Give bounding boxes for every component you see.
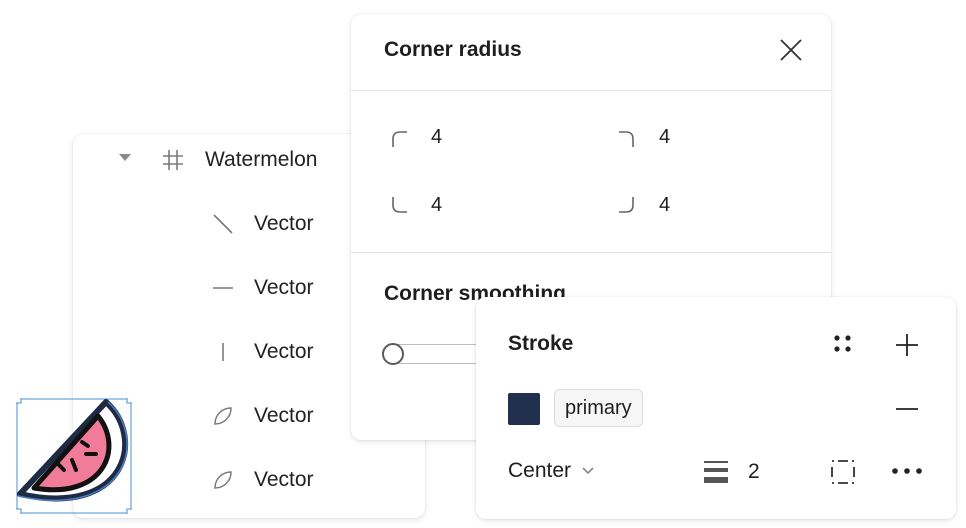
- top-right-radius-input[interactable]: 4: [659, 126, 670, 149]
- divider: [351, 90, 831, 91]
- diagonal-line-icon: [213, 214, 233, 234]
- stroke-weight-icon: [704, 461, 728, 483]
- resize-handle[interactable]: [16, 398, 22, 404]
- frame-icon: [163, 150, 183, 170]
- bottom-right-radius-input[interactable]: 4: [659, 194, 670, 217]
- stroke-position-dropdown[interactable]: Center: [508, 459, 595, 483]
- chevron-down-icon: [582, 467, 594, 475]
- top-left-radius-input[interactable]: 4: [431, 126, 442, 149]
- stroke-color-swatch[interactable]: [508, 393, 540, 425]
- resize-handle[interactable]: [16, 508, 22, 514]
- more-options-icon[interactable]: [890, 465, 924, 477]
- individual-strokes-icon[interactable]: [830, 459, 856, 485]
- corner-top-right-icon: [619, 131, 634, 147]
- horizontal-line-icon: [213, 287, 233, 289]
- layer-label: Vector: [254, 404, 314, 427]
- style-grid-icon[interactable]: [832, 333, 854, 355]
- panel-title: Stroke: [508, 332, 574, 355]
- resize-handle[interactable]: [126, 508, 132, 514]
- plus-icon[interactable]: [895, 333, 919, 357]
- corner-top-left-icon: [392, 131, 407, 147]
- smoothing-slider-handle[interactable]: [382, 343, 404, 365]
- stroke-weight-input[interactable]: 2: [748, 460, 760, 484]
- watermelon-icon: [17, 399, 129, 502]
- corner-bottom-right-icon: [619, 197, 634, 213]
- layer-label: Vector: [254, 212, 314, 235]
- layer-label: Vector: [254, 276, 314, 299]
- panel-title: Corner radius: [384, 38, 522, 61]
- resize-handle[interactable]: [126, 398, 132, 404]
- vertical-line-icon: [222, 343, 224, 361]
- stroke-panel: Stroke primary Center 2: [476, 297, 956, 519]
- caret-down-icon[interactable]: [119, 154, 131, 161]
- curve-path-icon: [214, 471, 232, 489]
- layer-label: Vector: [254, 468, 314, 491]
- layer-label: Vector: [254, 340, 314, 363]
- color-style-chip[interactable]: primary: [554, 389, 643, 427]
- layer-label: Watermelon: [205, 148, 318, 171]
- divider: [351, 252, 831, 253]
- curve-path-icon: [214, 407, 232, 425]
- watermelon-canvas-vector[interactable]: [16, 398, 132, 514]
- close-icon[interactable]: [779, 38, 803, 62]
- stroke-position-value: Center: [508, 459, 572, 482]
- minus-icon[interactable]: [895, 401, 919, 417]
- corner-bottom-left-icon: [392, 197, 407, 213]
- bottom-left-radius-input[interactable]: 4: [431, 194, 442, 217]
